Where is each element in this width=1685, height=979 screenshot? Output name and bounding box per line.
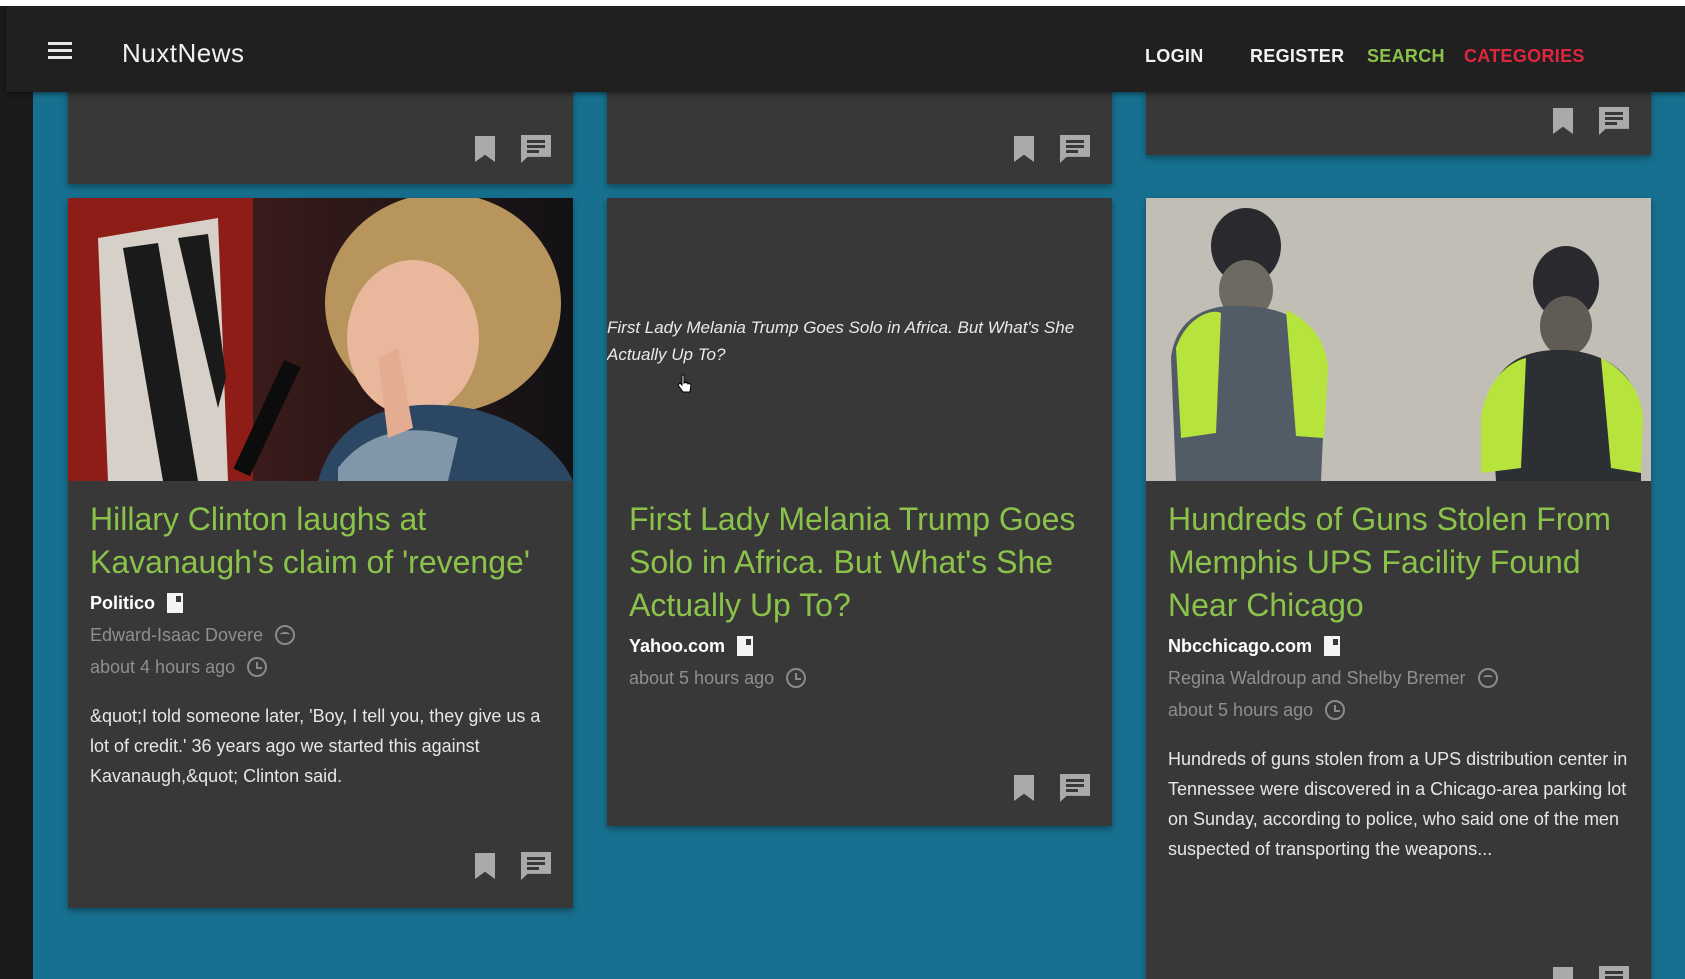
image-alt-text: First Lady Melania Trump Goes Solo in Af… (607, 318, 1075, 364)
news-card[interactable]: First Lady Melania Trump Goes Solo in Af… (607, 198, 1112, 826)
time-row: about 5 hours ago (1168, 694, 1629, 726)
article-source: Politico (90, 592, 156, 613)
card-actions (1014, 132, 1090, 166)
comment-icon[interactable] (1060, 774, 1090, 802)
categories-button[interactable]: CATEGORIES (1464, 46, 1585, 67)
article-time: about 5 hours ago (629, 667, 775, 688)
news-card-partial (1146, 92, 1651, 155)
register-button[interactable]: REGISTER (1250, 46, 1344, 67)
face-icon (275, 625, 296, 645)
news-grid: Hillary Clinton laughs at Kavanaugh's cl… (33, 92, 1685, 979)
time-row: about 4 hours ago (90, 651, 551, 683)
article-source: Yahoo.com (629, 635, 726, 656)
comment-icon[interactable] (521, 852, 551, 880)
source-row: Nbcchicago.com (1168, 630, 1629, 662)
bookmark-icon[interactable] (1553, 108, 1573, 134)
news-card[interactable]: Hundreds of Guns Stolen From Memphis UPS… (1146, 198, 1651, 979)
document-icon (167, 593, 184, 613)
article-image[interactable] (68, 198, 573, 481)
article-image[interactable]: First Lady Melania Trump Goes Solo in Af… (607, 198, 1112, 481)
article-title[interactable]: Hundreds of Guns Stolen From Memphis UPS… (1168, 498, 1629, 627)
search-button[interactable]: SEARCH (1367, 46, 1445, 67)
article-author: Regina Waldroup and Shelby Bremer (1168, 667, 1466, 688)
bookmark-icon[interactable] (1014, 775, 1034, 801)
article-time: about 4 hours ago (90, 656, 236, 677)
alarm-clock-icon (1325, 700, 1346, 720)
card-actions (475, 849, 551, 883)
alarm-clock-icon (247, 657, 268, 677)
bookmark-icon[interactable] (1553, 967, 1573, 979)
source-row: Yahoo.com (629, 630, 1090, 662)
bookmark-icon[interactable] (475, 853, 495, 879)
article-title[interactable]: First Lady Melania Trump Goes Solo in Af… (629, 498, 1090, 627)
top-toolbar: NuxtNews LOGIN REGISTER SEARCH CATEGORIE… (6, 6, 1685, 92)
author-row: Regina Waldroup and Shelby Bremer (1168, 662, 1629, 694)
bookmark-icon[interactable] (475, 136, 495, 162)
alarm-clock-icon (786, 668, 807, 688)
article-author: Edward-Isaac Dovere (90, 624, 264, 645)
card-body: First Lady Melania Trump Goes Solo in Af… (629, 498, 1090, 694)
card-actions (1014, 771, 1090, 805)
card-actions (1553, 963, 1629, 979)
article-description: &quot;I told someone later, 'Boy, I tell… (90, 706, 541, 786)
card-body: Hundreds of Guns Stolen From Memphis UPS… (1168, 498, 1629, 864)
article-image[interactable] (1146, 198, 1651, 481)
hamburger-menu-icon[interactable] (42, 34, 76, 68)
document-icon (737, 636, 754, 656)
face-icon (1477, 668, 1498, 688)
card-body: Hillary Clinton laughs at Kavanaugh's cl… (90, 498, 551, 791)
card-actions (1553, 104, 1629, 138)
news-card-partial (68, 92, 573, 184)
author-row: Edward-Isaac Dovere (90, 619, 551, 651)
article-description: Hundreds of guns stolen from a UPS distr… (1168, 749, 1628, 859)
source-row: Politico (90, 587, 551, 619)
comment-icon[interactable] (1060, 135, 1090, 163)
time-row: about 5 hours ago (629, 662, 1090, 694)
app-title: NuxtNews (122, 38, 245, 68)
news-card[interactable]: Hillary Clinton laughs at Kavanaugh's cl… (68, 198, 573, 908)
card-actions (475, 132, 551, 166)
comment-icon[interactable] (521, 135, 551, 163)
article-time: about 5 hours ago (1168, 699, 1314, 720)
article-source: Nbcchicago.com (1168, 635, 1313, 656)
hand-cursor-icon (677, 374, 692, 393)
news-card-partial (607, 92, 1112, 184)
login-button[interactable]: LOGIN (1145, 46, 1204, 67)
bookmark-icon[interactable] (1014, 136, 1034, 162)
comment-icon[interactable] (1599, 966, 1629, 979)
app-window: NuxtNews LOGIN REGISTER SEARCH CATEGORIE… (0, 6, 1685, 979)
article-title[interactable]: Hillary Clinton laughs at Kavanaugh's cl… (90, 498, 551, 584)
comment-icon[interactable] (1599, 107, 1629, 135)
document-icon (1324, 636, 1341, 656)
